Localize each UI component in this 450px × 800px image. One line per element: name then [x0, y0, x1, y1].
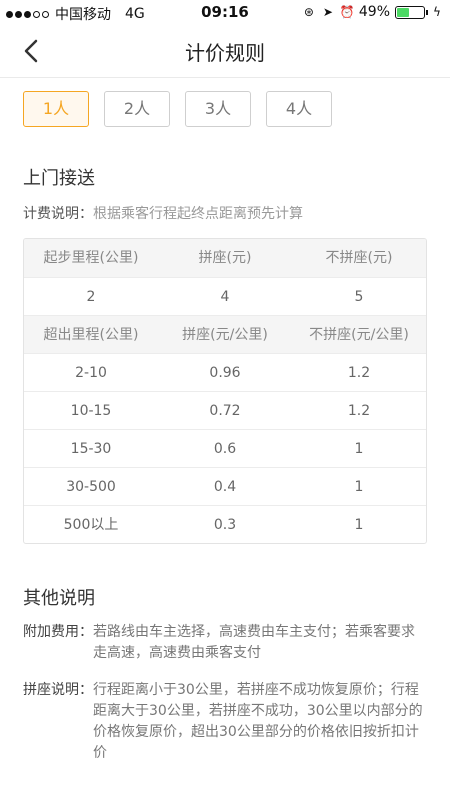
additional-fee-label: 附加费用： — [23, 624, 93, 640]
table-header-cell: 不拼座(元/公里) — [309, 327, 409, 343]
table-header-cell: 不拼座(元) — [325, 250, 393, 266]
orientation-lock-icon: ⊛ — [303, 5, 314, 19]
alarm-icon: ⏰ — [339, 5, 355, 19]
table-cell: 0.72 — [209, 403, 241, 419]
additional-fee-text: 若路线由车主选择，高速费由车主支付；若乘客要求走高速，高速费由乘客支付 — [93, 624, 415, 661]
battery-icon — [395, 5, 428, 19]
status-bar: 中国移动 4G 09:16 ⊛ ➤ ⏰ 49% ϟ — [0, 0, 450, 24]
status-right: ⊛ ➤ ⏰ 49% ϟ — [302, 4, 444, 20]
table-header-cell: 拼座(元/公里) — [182, 327, 268, 343]
tab-4-persons[interactable]: 4人 — [266, 91, 332, 127]
billing-description-text: 根据乘客行程起终点距离预先计算 — [93, 206, 303, 222]
tab-1-person[interactable]: 1人 — [23, 91, 89, 127]
table-cell: 500以上 — [63, 517, 119, 533]
table-row: 15-30 0.6 1 — [24, 429, 426, 467]
table-cell: 1 — [354, 517, 364, 533]
table-header-row: 起步里程(公里) 拼座(元) 不拼座(元) — [24, 239, 426, 277]
carpool-note: 拼座说明： 行程距离小于30公里，若拼座不成功恢复原价；行程距离大于30公里，若… — [23, 680, 427, 764]
table-row: 10-15 0.72 1.2 — [24, 391, 426, 429]
section-title-other-notes: 其他说明 — [23, 588, 95, 609]
billing-description-label: 计费说明： — [23, 206, 93, 222]
table-cell: 2-10 — [75, 365, 107, 381]
additional-fee-note: 附加费用： 若路线由车主选择，高速费由车主支付；若乘客要求走高速，高速费由乘客支… — [23, 622, 427, 664]
table-header-cell: 起步里程(公里) — [43, 250, 139, 266]
carpool-note-label: 拼座说明： — [23, 682, 93, 698]
table-row: 500以上 0.3 1 — [24, 505, 426, 543]
table-row: 2-10 0.96 1.2 — [24, 353, 426, 391]
table-row: 30-500 0.4 1 — [24, 467, 426, 505]
battery-percent: 49% — [358, 4, 390, 20]
table-header-cell: 超出里程(公里) — [43, 327, 139, 343]
section-title-door-pickup: 上门接送 — [23, 168, 95, 189]
charging-bolt-icon: ϟ — [433, 5, 441, 19]
table-cell: 2 — [86, 289, 96, 305]
table-header-cell: 拼座(元) — [198, 250, 252, 266]
carpool-note-text: 行程距离小于30公里，若拼座不成功恢复原价；行程距离大于30公里，若拼座不成功，… — [93, 682, 423, 761]
table-cell: 5 — [354, 289, 364, 305]
table-row: 2 4 5 — [24, 277, 426, 315]
table-cell: 1.2 — [347, 365, 371, 381]
table-cell: 0.96 — [209, 365, 241, 381]
table-cell: 0.3 — [213, 517, 237, 533]
page-title: 计价规则 — [185, 41, 265, 65]
billing-description: 计费说明：根据乘客行程起终点距离预先计算 — [23, 203, 303, 223]
location-icon: ➤ — [322, 5, 333, 19]
table-cell: 10-15 — [70, 403, 112, 419]
table-cell: 15-30 — [70, 441, 112, 457]
table-cell: 1 — [354, 441, 364, 457]
table-cell: 1 — [354, 479, 364, 495]
table-cell: 4 — [220, 289, 230, 305]
table-cell: 30-500 — [66, 479, 116, 495]
navigation-bar: 计价规则 — [0, 24, 450, 78]
battery-fill — [397, 7, 409, 17]
tab-2-persons[interactable]: 2人 — [104, 91, 170, 127]
table-cell: 0.4 — [213, 479, 237, 495]
tab-3-persons[interactable]: 3人 — [185, 91, 251, 127]
passenger-count-tabs: 1人 2人 3人 4人 — [23, 91, 332, 127]
table-header-row: 超出里程(公里) 拼座(元/公里) 不拼座(元/公里) — [24, 315, 426, 353]
table-cell: 1.2 — [347, 403, 371, 419]
table-cell: 0.6 — [213, 441, 237, 457]
pricing-table: 起步里程(公里) 拼座(元) 不拼座(元) 2 4 5 超出里程(公里) 拼座(… — [23, 238, 427, 544]
